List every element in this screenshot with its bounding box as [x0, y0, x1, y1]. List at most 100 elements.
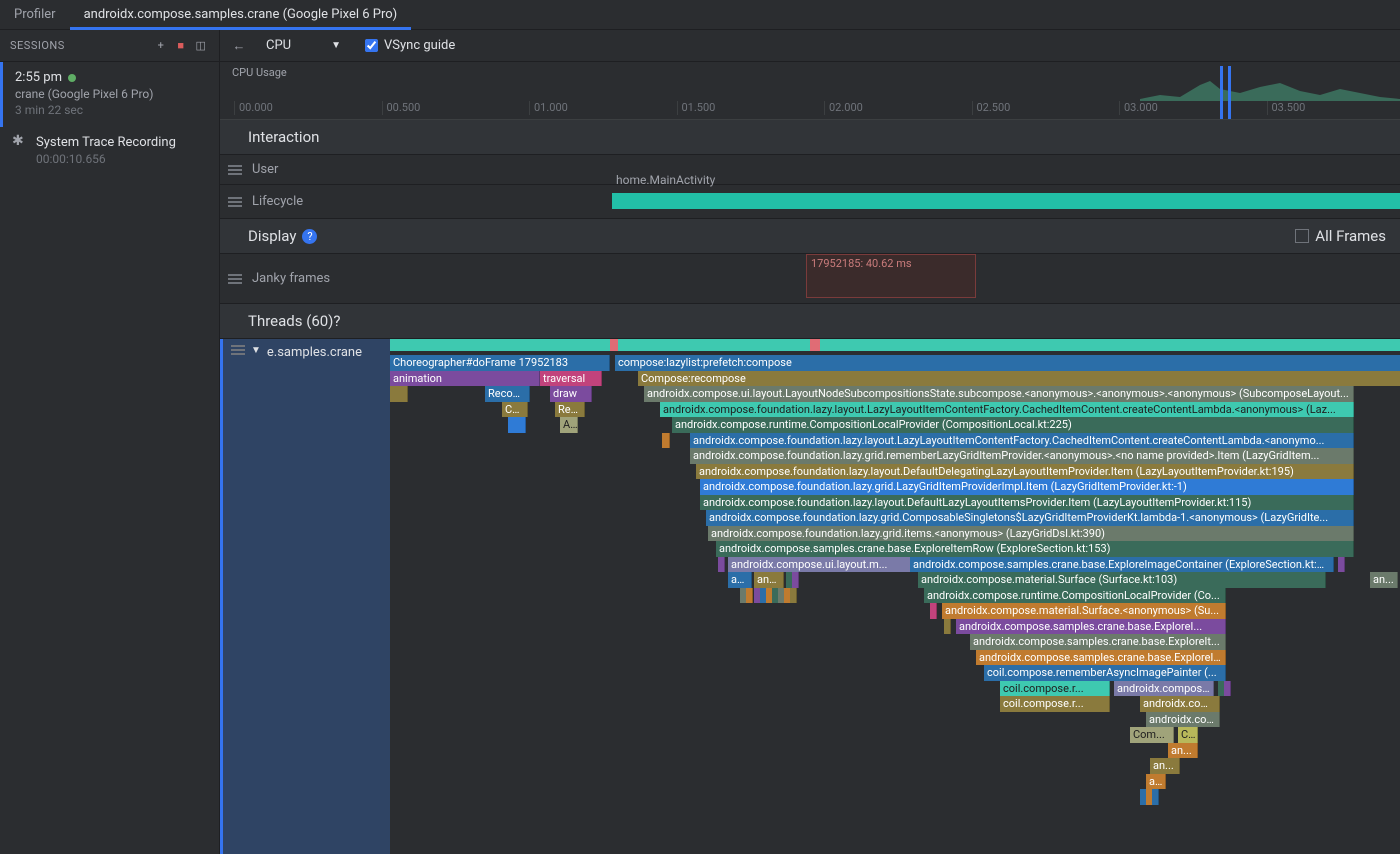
flame-bar[interactable] — [508, 417, 526, 433]
flame-bar[interactable] — [1224, 681, 1231, 697]
flame-bar[interactable]: Choreographer#doFrame 17952183 — [390, 355, 610, 371]
flame-bar[interactable]: draw — [550, 386, 592, 402]
flame-bar[interactable]: an... — [1150, 758, 1180, 774]
flame-bar[interactable] — [1152, 789, 1159, 805]
help-icon[interactable]: ? — [333, 312, 340, 330]
tab-profiler[interactable]: Profiler — [0, 0, 70, 29]
cpu-wave — [1140, 75, 1400, 101]
session-item[interactable]: 2:55 pm crane (Google Pixel 6 Pro) 3 min… — [0, 62, 219, 127]
flame-bar[interactable]: C... — [1178, 727, 1198, 743]
gear-icon — [12, 135, 28, 151]
collapse-icon[interactable]: ▼ — [251, 345, 261, 356]
flame-bar[interactable]: androidx.compose.samples.crane.base.Expl… — [970, 634, 1226, 650]
flame-bar[interactable]: androidx.compose.u... — [1114, 681, 1214, 697]
thread-state-segment[interactable] — [618, 339, 810, 351]
vsync-input[interactable] — [365, 39, 378, 52]
display-header[interactable]: Display ? All Frames — [220, 219, 1400, 254]
flame-bar[interactable]: androidx.compose.material.Surface.<anony… — [942, 603, 1226, 619]
flame-bar[interactable] — [792, 572, 799, 588]
flame-chart[interactable]: Choreographer#doFrame 17952183animationR… — [390, 339, 1400, 854]
flame-bar[interactable] — [944, 619, 951, 635]
flame-bar[interactable]: compose:lazylist:prefetch:compose — [615, 355, 1400, 371]
flame-bar[interactable] — [746, 588, 753, 604]
stop-session-icon[interactable]: ■ — [173, 38, 189, 54]
flame-bar[interactable] — [662, 433, 670, 449]
thread-state-segment[interactable] — [610, 339, 618, 351]
drag-handle-icon[interactable] — [228, 274, 242, 284]
add-session-icon[interactable]: + — [153, 38, 169, 54]
flame-bar[interactable]: androidx.compose.foundation.lazy.layout.… — [700, 495, 1354, 511]
selection-marker-start[interactable] — [1220, 66, 1223, 119]
flame-bar[interactable]: androidx.compo... — [1140, 696, 1220, 712]
flame-bar[interactable]: androidx.compose.samples.crane.base.Expl… — [716, 541, 1354, 557]
flame-bar[interactable]: coil.compose.r... — [1000, 696, 1110, 712]
help-icon[interactable]: ? — [302, 229, 317, 244]
lifecycle-bar[interactable] — [612, 193, 1400, 209]
flame-bar[interactable] — [1338, 557, 1345, 573]
flame-bar[interactable]: traversal — [540, 371, 602, 387]
flame-bar[interactable]: androidx.compose.runtime.CompositionLoca… — [924, 588, 1226, 604]
thread-state-segment[interactable] — [390, 339, 420, 351]
flame-bar[interactable]: androidx.compose.samples.crane.base.Expl… — [976, 650, 1226, 666]
flame-bar[interactable]: androidx.compose.ui.layout.m... — [728, 557, 922, 573]
cpu-usage-minimap[interactable]: CPU Usage 00.00000.50001.00001.50002.000… — [220, 62, 1400, 120]
flame-bar[interactable]: coil.compose.rememberAsyncImagePainter (… — [984, 665, 1226, 681]
flame-bar[interactable]: Compose:recompose — [638, 371, 1400, 387]
flame-bar[interactable]: animation — [390, 371, 540, 387]
flame-bar[interactable]: androidx.compose.foundation.lazy.grid.it… — [708, 526, 1354, 542]
flame-bar[interactable]: an... — [1168, 743, 1198, 759]
thread-state-segment[interactable] — [820, 339, 1400, 351]
flame-bar[interactable]: Rec... — [555, 402, 585, 418]
threads-label: Threads (60) — [248, 312, 333, 330]
flame-bar[interactable]: androidx.compose.foundation.lazy.grid.Co… — [706, 510, 1354, 526]
flame-bar[interactable]: androidx.compose.foundation.lazy.layout.… — [696, 464, 1354, 480]
mode-select[interactable]: CPU ▼ — [258, 38, 349, 53]
flame-bar[interactable]: Co... — [502, 402, 528, 418]
vsync-checkbox[interactable]: VSync guide — [365, 38, 455, 53]
back-icon[interactable]: ← — [228, 35, 250, 57]
flame-bar[interactable]: androidx.compose.foundation.lazy.grid.re… — [690, 448, 1354, 464]
flame-bar[interactable]: androidx.compose.samples.crane.base.Expl… — [910, 557, 1334, 573]
all-frames-label: All Frames — [1315, 227, 1386, 245]
interaction-header[interactable]: Interaction — [220, 120, 1400, 155]
thread-state-segment[interactable] — [810, 339, 820, 351]
flame-bar[interactable]: an... — [1370, 572, 1398, 588]
ruler-tick: 02.000 — [824, 101, 863, 115]
threads-header[interactable]: Threads (60) ? — [220, 304, 1400, 339]
flame-bar[interactable]: Recom... — [485, 386, 530, 402]
flame-bar[interactable]: androidx.compose.foundation.lazy.layout.… — [690, 433, 1354, 449]
janky-label: Janky frames — [252, 271, 330, 286]
flame-bar[interactable]: androidx.compose.foundation.lazy.grid.La… — [700, 479, 1354, 495]
all-frames-checkbox[interactable] — [1295, 229, 1309, 243]
flame-bar[interactable] — [790, 588, 797, 604]
thread-state-segment[interactable] — [420, 339, 610, 351]
flame-bar[interactable]: androidx.compose.material.Surface (Surfa… — [918, 572, 1326, 588]
flame-bar[interactable]: A... — [560, 417, 578, 433]
flame-bar[interactable] — [718, 557, 725, 573]
flame-bar[interactable]: coil.compose.r... — [1000, 681, 1110, 697]
drag-handle-icon[interactable] — [228, 165, 242, 175]
thread-name: e.samples.crane — [267, 345, 362, 360]
flame-bar[interactable]: andr... — [754, 572, 784, 588]
drag-handle-icon[interactable] — [231, 345, 245, 355]
flame-bar[interactable]: androidx.compose.ui.layout.LayoutNodeSub… — [644, 386, 1354, 402]
flame-bar[interactable]: andr... — [728, 572, 752, 588]
tab-app[interactable]: androidx.compose.samples.crane (Google P… — [70, 0, 412, 29]
flame-bar[interactable]: androidx.compose.runtime.CompositionLoca… — [672, 417, 1354, 433]
flame-bar[interactable]: a... — [1146, 774, 1166, 790]
layout-icon[interactable]: ◫ — [193, 38, 209, 54]
flame-bar[interactable]: androidx.compose.foundation.lazy.layout.… — [660, 402, 1354, 418]
flame-bar[interactable] — [390, 386, 408, 402]
flame-bar[interactable] — [930, 603, 937, 619]
flame-bar[interactable]: Com... — [1130, 727, 1174, 743]
flame-bar[interactable]: androidx.compose.samples.crane.base.Expl… — [956, 619, 1226, 635]
ruler-tick: 01.000 — [529, 101, 568, 115]
status-dot-icon — [68, 74, 76, 82]
recording-item[interactable]: System Trace Recording 00:00:10.656 — [0, 127, 219, 174]
selection-marker-end[interactable] — [1228, 66, 1231, 119]
flame-bar[interactable]: androidx.com... — [1146, 712, 1220, 728]
janky-frame[interactable]: 17952185: 40.62 ms — [806, 254, 976, 298]
ruler-tick: 00.000 — [234, 101, 273, 115]
thread-gutter[interactable]: ▼ e.samples.crane — [223, 339, 390, 854]
drag-handle-icon[interactable] — [228, 197, 242, 207]
